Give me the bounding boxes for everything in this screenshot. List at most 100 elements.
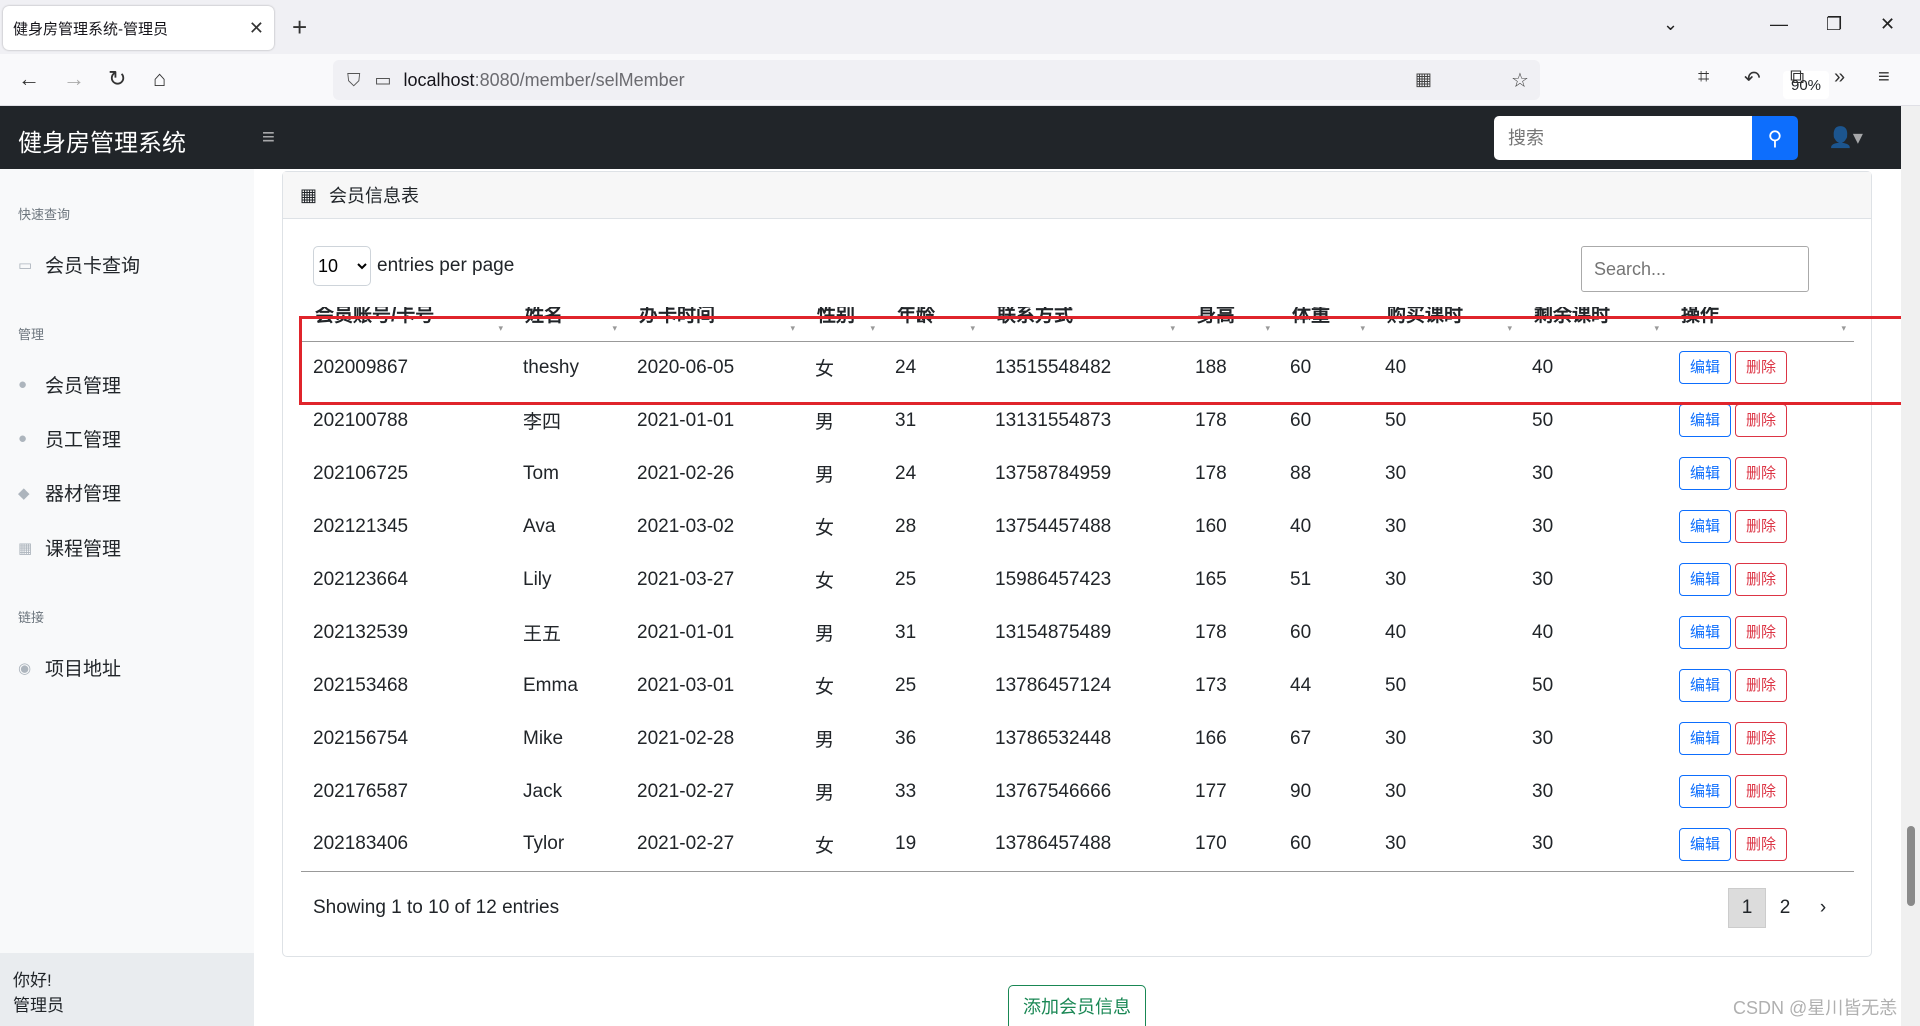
column-header-label: 体重 (1292, 307, 1331, 326)
restore-icon[interactable]: ❐ (1826, 14, 1842, 35)
chevrons-right-icon[interactable]: » (1834, 66, 1845, 89)
table-cell: 31 (895, 621, 917, 643)
table-row: 202176587 Jack 2021-02-27 男 33 13767546666 177… (301, 765, 1854, 818)
sort-icon[interactable]: ▾ (1654, 319, 1659, 337)
add-member-button[interactable]: 添加会员信息 (1008, 985, 1146, 1026)
table-cell: 40 (1532, 356, 1554, 378)
sort-icon[interactable]: ▾ (1265, 319, 1270, 337)
table-cell: 67 (1290, 727, 1312, 749)
back-arrow-icon[interactable]: ← (18, 66, 40, 92)
new-tab-icon[interactable]: + (292, 12, 307, 43)
edit-button[interactable]: 编辑 (1679, 404, 1731, 437)
page-icon: ▭ (374, 69, 392, 90)
edit-button[interactable]: 编辑 (1679, 563, 1731, 596)
sidebar-item-card-query[interactable]: ▭ 会员卡查询 (18, 251, 140, 278)
card-header: ▦ 会员信息表 (283, 172, 1871, 219)
sidebar-item-project[interactable]: ◉ 项目地址 (18, 654, 121, 681)
scrollbar-thumb[interactable] (1907, 826, 1915, 906)
page-2-button[interactable]: 2 (1766, 888, 1804, 928)
sort-icon[interactable]: ▾ (1507, 319, 1512, 337)
chevron-down-icon[interactable]: ⌄ (1663, 14, 1678, 35)
sidebar-item-equipment[interactable]: ◆ 器材管理 (18, 479, 121, 506)
reload-icon[interactable]: ↻ (108, 66, 126, 92)
edit-button[interactable]: 编辑 (1679, 722, 1731, 755)
star-icon[interactable]: ☆ (1511, 68, 1529, 93)
delete-button[interactable]: 删除 (1735, 775, 1787, 808)
footer-greeting: 你好! (13, 971, 52, 990)
delete-button[interactable]: 删除 (1735, 563, 1787, 596)
extensions-icon[interactable]: ⧉ (1790, 66, 1804, 89)
delete-button[interactable]: 删除 (1735, 722, 1787, 755)
sort-icon[interactable]: ▾ (790, 319, 795, 337)
header-search-input[interactable] (1494, 116, 1752, 160)
next-page-button[interactable]: › (1804, 888, 1842, 928)
menu-icon[interactable]: ≡ (1878, 66, 1890, 89)
page-scrollbar[interactable] (1901, 106, 1920, 1026)
table-cell: 19 (883, 818, 983, 872)
column-header[interactable]: 年龄 ▾ (883, 307, 983, 342)
search-button[interactable]: ⚲ (1752, 116, 1798, 160)
column-header[interactable]: 身高 ▾ (1183, 307, 1278, 342)
close-icon[interactable]: ✕ (249, 18, 264, 39)
shield-icon[interactable]: ⛉ (347, 70, 361, 91)
per-page-select[interactable]: 10 (313, 246, 371, 286)
sort-icon[interactable]: ▾ (498, 319, 503, 337)
sort-icon[interactable]: ▾ (1360, 319, 1365, 337)
delete-button[interactable]: 删除 (1735, 616, 1787, 649)
column-header[interactable]: 体重 ▾ (1278, 307, 1373, 342)
edit-button[interactable]: 编辑 (1679, 510, 1731, 543)
edit-button[interactable]: 编辑 (1679, 616, 1731, 649)
column-header[interactable]: 会员账号/卡号 ▾ (301, 307, 511, 342)
sidebar-item-courses[interactable]: ▦ 课程管理 (18, 534, 121, 561)
edit-button[interactable]: 编辑 (1679, 775, 1731, 808)
browser-tab[interactable]: 健身房管理系统-管理员 ✕ (3, 6, 274, 50)
delete-button[interactable]: 删除 (1735, 669, 1787, 702)
column-header[interactable]: 办卡时间 ▾ (625, 307, 803, 342)
page-1-button[interactable]: 1 (1728, 888, 1766, 928)
column-header[interactable]: 联系方式 ▾ (983, 307, 1183, 342)
edit-button[interactable]: 编辑 (1679, 669, 1731, 702)
home-icon[interactable]: ⌂ (153, 66, 166, 92)
sort-icon[interactable]: ▾ (970, 319, 975, 337)
delete-button[interactable]: 删除 (1735, 457, 1787, 490)
qr-code-icon[interactable]: ▦ (1415, 69, 1432, 90)
table-cell: 2021-02-26 (637, 462, 735, 484)
table-cell: 166 (1195, 727, 1227, 749)
delete-button[interactable]: 删除 (1735, 510, 1787, 543)
sort-icon[interactable]: ▾ (1841, 319, 1846, 337)
delete-button[interactable]: 删除 (1735, 351, 1787, 385)
forward-arrow-icon[interactable]: → (63, 66, 85, 92)
sort-icon[interactable]: ▾ (612, 319, 617, 337)
delete-button[interactable]: 删除 (1735, 404, 1787, 437)
crop-icon[interactable]: ⌗ (1698, 66, 1709, 89)
column-header[interactable]: 操作 ▾ (1667, 307, 1854, 342)
table-cell: 40 (1532, 621, 1554, 643)
table-cell: 2021-02-28 (637, 727, 735, 749)
delete-button[interactable]: 删除 (1735, 827, 1787, 861)
brand-title[interactable]: 健身房管理系统 (18, 123, 186, 158)
edit-button[interactable]: 编辑 (1679, 457, 1731, 490)
minimize-icon[interactable]: — (1770, 14, 1788, 35)
sidebar-item-staff[interactable]: ● 员工管理 (18, 425, 121, 452)
undo-icon[interactable]: ↶ (1744, 66, 1761, 91)
column-header[interactable]: 性别 ▾ (803, 307, 883, 342)
sort-icon[interactable]: ▾ (1170, 319, 1175, 337)
column-header[interactable]: 姓名 ▾ (511, 307, 625, 342)
url-bar[interactable]: ⛉ ▭ localhost :8080/member/selMember ▦ 9… (333, 60, 1829, 100)
edit-button[interactable]: 编辑 (1679, 351, 1731, 385)
table-search-input[interactable] (1581, 246, 1809, 292)
sort-icon[interactable]: ▾ (870, 319, 875, 337)
column-header[interactable]: 剩余课时 ▾ (1520, 307, 1667, 342)
table-icon: ▦ (300, 184, 318, 205)
table-cell: 188 (1195, 356, 1227, 378)
user-tie-icon: ● (18, 430, 28, 447)
browser-nav-bar: ← → ↻ ⌂ ⛉ ▭ localhost :8080/member/selMe… (0, 54, 1920, 106)
sidebar-item-members[interactable]: ● 会员管理 (18, 371, 121, 398)
window-close-icon[interactable]: ✕ (1880, 14, 1895, 35)
user-menu-icon[interactable]: 👤▾ (1828, 125, 1863, 150)
edit-button[interactable]: 编辑 (1679, 827, 1731, 861)
hamburger-icon[interactable]: ≡ (262, 124, 275, 150)
column-header[interactable]: 购买课时 ▾ (1373, 307, 1520, 342)
table-cell: 30 (1385, 515, 1407, 537)
github-icon: ◉ (18, 659, 32, 677)
